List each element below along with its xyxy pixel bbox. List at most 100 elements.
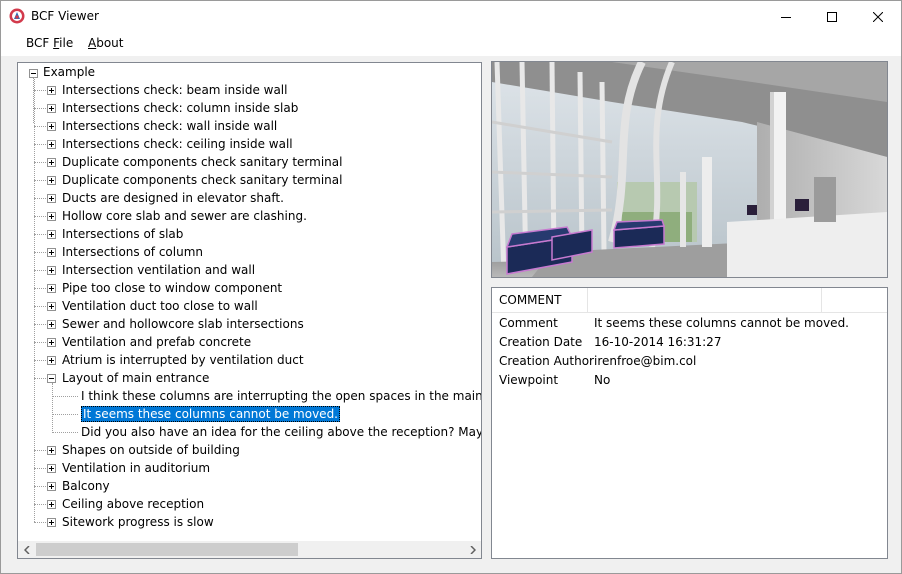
detail-value: irenfroe@bim.col xyxy=(594,354,697,368)
tree-topic[interactable]: Ventilation duct too close to wall xyxy=(62,297,258,315)
tree-topic[interactable]: Layout of main entrance xyxy=(62,369,209,387)
tree-branch-line xyxy=(52,383,53,433)
menu-bcf-file-prefix: BCF xyxy=(26,36,54,50)
expand-icon[interactable] xyxy=(47,230,56,239)
tree-connector xyxy=(52,432,78,433)
expand-icon[interactable] xyxy=(47,446,56,455)
expand-icon[interactable] xyxy=(47,176,56,185)
window-title: BCF Viewer xyxy=(31,9,99,23)
expand-icon[interactable] xyxy=(47,338,56,347)
title-bar: BCF Viewer xyxy=(1,1,901,32)
expand-icon[interactable] xyxy=(47,158,56,167)
details-header: COMMENT xyxy=(492,288,887,313)
menu-bcf-file[interactable]: BCF File xyxy=(26,36,73,50)
tree-topic[interactable]: Intersections check: wall inside wall xyxy=(62,117,277,135)
expand-icon[interactable] xyxy=(47,86,56,95)
tree-topic[interactable]: Intersections of slab xyxy=(62,225,183,243)
tree-topic[interactable]: Intersection ventilation and wall xyxy=(62,261,255,279)
tree-connector xyxy=(34,378,46,379)
tree-topic[interactable]: Duplicate components check sanitary term… xyxy=(62,153,342,171)
maximize-icon xyxy=(827,11,837,22)
tree-root[interactable]: Example xyxy=(43,63,95,81)
detail-value: 16-10-2014 16:31:27 xyxy=(594,335,722,349)
tree-topic[interactable]: Sewer and hollowcore slab intersections xyxy=(62,315,304,333)
tree-comment[interactable]: I think these columns are interrupting t… xyxy=(81,387,481,405)
menu-about-suffix: bout xyxy=(96,36,124,50)
expand-icon[interactable] xyxy=(47,518,56,527)
details-header-title[interactable]: COMMENT xyxy=(499,288,561,312)
tree-connector xyxy=(34,468,46,469)
expand-icon[interactable] xyxy=(47,320,56,329)
detail-key: Comment xyxy=(499,316,558,330)
expand-icon[interactable] xyxy=(47,284,56,293)
tree-connector xyxy=(34,288,46,289)
tree-topic[interactable]: Atrium is interrupted by ventilation duc… xyxy=(62,351,304,369)
tree-comment[interactable]: Did you also have an idea for the ceilin… xyxy=(81,423,481,441)
tree-connector xyxy=(34,450,46,451)
tree-topic[interactable]: Ventilation in auditorium xyxy=(62,459,210,477)
tree-connector xyxy=(34,126,46,127)
collapse-icon[interactable] xyxy=(47,374,56,383)
expand-icon[interactable] xyxy=(47,140,56,149)
detail-key: Creation Date xyxy=(499,335,583,349)
tree-topic[interactable]: Intersections check: beam inside wall xyxy=(62,81,287,99)
tree-topic[interactable]: Ceiling above reception xyxy=(62,495,204,513)
expand-icon[interactable] xyxy=(47,482,56,491)
menu-about-mnemonic: A xyxy=(88,36,97,50)
tree-comment-text: It seems these columns cannot be moved. xyxy=(81,406,340,422)
expand-icon[interactable] xyxy=(47,248,56,257)
expand-icon[interactable] xyxy=(47,212,56,221)
column-divider[interactable] xyxy=(587,288,588,312)
tree-topic[interactable]: Ducts are designed in elevator shaft. xyxy=(62,189,284,207)
tree-comment-selected[interactable]: It seems these columns cannot be moved. xyxy=(81,405,340,423)
minimize-button[interactable] xyxy=(763,1,809,32)
column-divider[interactable] xyxy=(821,288,822,312)
expand-icon[interactable] xyxy=(47,302,56,311)
expand-icon[interactable] xyxy=(47,356,56,365)
tree-topic[interactable]: Intersections check: column inside slab xyxy=(62,99,298,117)
detail-key: Creation Author xyxy=(499,354,594,368)
tree-topic[interactable]: Shapes on outside of building xyxy=(62,441,240,459)
app-window: BCF Viewer BCF File About Example Inters… xyxy=(0,0,902,574)
expand-icon[interactable] xyxy=(47,104,56,113)
expand-icon[interactable] xyxy=(47,122,56,131)
menu-bar: BCF File About xyxy=(1,32,901,56)
tree-topic[interactable]: Pipe too close to window component xyxy=(62,279,282,297)
tree-connector xyxy=(34,90,46,91)
expand-icon[interactable] xyxy=(47,464,56,473)
expand-icon[interactable] xyxy=(47,266,56,275)
tree-connector xyxy=(34,234,46,235)
tree-connector xyxy=(34,522,46,523)
detail-value: It seems these columns cannot be moved. xyxy=(594,316,849,330)
tree-topic[interactable]: Sitework progress is slow xyxy=(62,513,214,531)
expand-icon[interactable] xyxy=(47,194,56,203)
tree-connector xyxy=(34,306,46,307)
tree-topic[interactable]: Ventilation and prefab concrete xyxy=(62,333,251,351)
tree-connector xyxy=(34,252,46,253)
tree-connector xyxy=(52,396,78,397)
topic-tree[interactable]: Example Intersections check: beam inside… xyxy=(17,62,482,559)
tree-connector xyxy=(34,216,46,217)
menu-about[interactable]: About xyxy=(88,36,124,50)
viewpoint-snapshot xyxy=(491,61,888,278)
tree-connector xyxy=(34,198,46,199)
tree-connector xyxy=(34,162,46,163)
tree-topic[interactable]: Intersections of column xyxy=(62,243,203,261)
scroll-left-button[interactable] xyxy=(18,541,35,558)
tree-topic[interactable]: Balcony xyxy=(62,477,110,495)
maximize-button[interactable] xyxy=(809,1,855,32)
topic-tree-content: Example Intersections check: beam inside… xyxy=(18,63,481,541)
horizontal-scrollbar[interactable] xyxy=(18,541,481,558)
detail-key: Viewpoint xyxy=(499,373,559,387)
scrollbar-thumb[interactable] xyxy=(36,543,298,556)
tree-topic[interactable]: Intersections check: ceiling inside wall xyxy=(62,135,293,153)
bcf-logo-icon xyxy=(9,8,25,24)
tree-topic[interactable]: Hollow core slab and sewer are clashing. xyxy=(62,207,307,225)
scroll-right-button[interactable] xyxy=(464,541,481,558)
tree-connector xyxy=(34,360,46,361)
tree-topic[interactable]: Duplicate components check sanitary term… xyxy=(62,171,342,189)
close-icon xyxy=(873,11,883,22)
expand-icon[interactable] xyxy=(47,500,56,509)
tree-connector xyxy=(34,108,46,109)
close-button[interactable] xyxy=(855,1,901,32)
